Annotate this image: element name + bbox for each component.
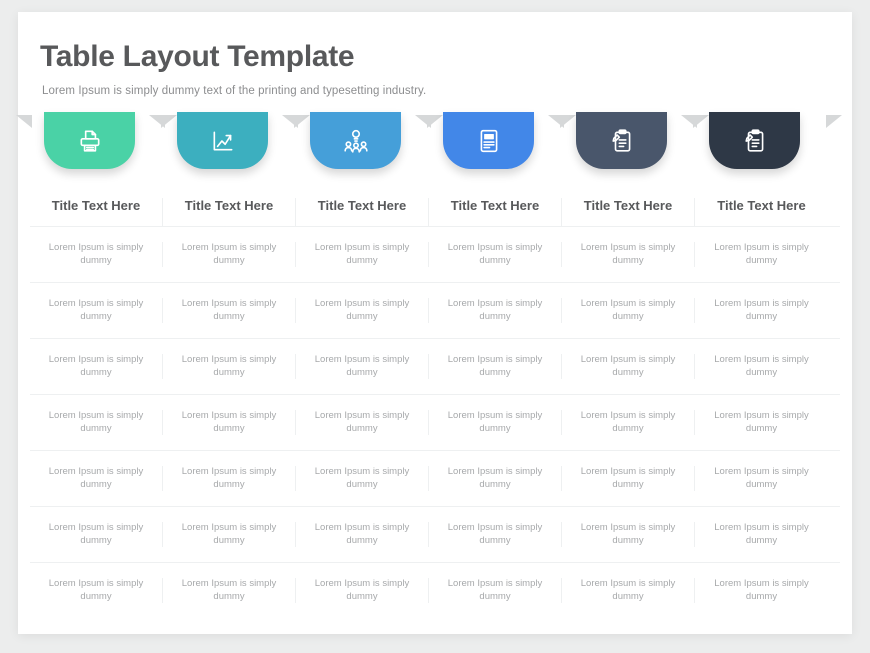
printer-document-icon (77, 128, 103, 154)
icon-badge-row (16, 112, 842, 172)
table-cell: Lorem Ipsum is simply dummy (562, 521, 695, 548)
growth-chart-icon (210, 128, 236, 154)
table-cell: Lorem Ipsum is simply dummy (163, 353, 296, 380)
table-row: Lorem Ipsum is simply dummy Lorem Ipsum i… (30, 506, 840, 562)
ribbon-wing-left (415, 115, 431, 141)
table-cell: Lorem Ipsum is simply dummy (429, 577, 562, 604)
icon-badge-slot (681, 112, 842, 172)
table-row: Lorem Ipsum is simply dummy Lorem Ipsum i… (30, 450, 840, 506)
table-cell: Lorem Ipsum is simply dummy (296, 409, 429, 436)
table-cell: Lorem Ipsum is simply dummy (30, 297, 163, 324)
table-cell: Lorem Ipsum is simply dummy (714, 465, 809, 490)
table-row: Lorem Ipsum is simply dummy Lorem Ipsum i… (30, 394, 840, 450)
table-cell: Lorem Ipsum is simply dummy (714, 521, 809, 546)
table-cell: Lorem Ipsum is simply dummy (714, 353, 809, 378)
layout-table: Title Text Here Title Text Here Title Text… (30, 164, 840, 618)
table-cell: Lorem Ipsum is simply dummy (296, 577, 429, 604)
table-cell: Lorem Ipsum is simply dummy (562, 577, 695, 604)
icon-badge[interactable] (44, 112, 135, 169)
table-cell: Lorem Ipsum is simply dummy (163, 241, 296, 268)
icon-badge-slot (548, 112, 709, 172)
icon-badge[interactable] (576, 112, 667, 169)
table-cell: Lorem Ipsum is simply dummy (714, 241, 809, 266)
table-cell: Lorem Ipsum is simply dummy (429, 521, 562, 548)
icon-badge-slot (415, 112, 576, 172)
table-cell: Lorem Ipsum is simply dummy (296, 465, 429, 492)
icon-badge[interactable] (443, 112, 534, 169)
table-cell: Lorem Ipsum is simply dummy (562, 409, 695, 436)
table-cell: Lorem Ipsum is simply dummy (163, 521, 296, 548)
column-title: Title Text Here (717, 198, 806, 213)
table-cell: Lorem Ipsum is simply dummy (429, 409, 562, 436)
table-cell: Lorem Ipsum is simply dummy (296, 241, 429, 268)
table-cell: Lorem Ipsum is simply dummy (429, 241, 562, 268)
icon-badge[interactable] (177, 112, 268, 169)
ribbon-wing-left (16, 115, 32, 141)
table-cell: Lorem Ipsum is simply dummy (562, 465, 695, 492)
ribbon-wing-right (826, 115, 842, 141)
icon-badge-slot (149, 112, 310, 172)
table-cell: Lorem Ipsum is simply dummy (562, 241, 695, 268)
column-title: Title Text Here (429, 198, 562, 226)
table-cell: Lorem Ipsum is simply dummy (163, 577, 296, 604)
ribbon-wing-left (149, 115, 165, 141)
ribbon-wing-left (681, 115, 697, 141)
icon-badge-slot (16, 112, 177, 172)
table-cell: Lorem Ipsum is simply dummy (30, 577, 163, 604)
table-cell: Lorem Ipsum is simply dummy (163, 465, 296, 492)
page-title: Table Layout Template (40, 40, 355, 73)
table-cell: Lorem Ipsum is simply dummy (562, 297, 695, 324)
ribbon-wing-left (548, 115, 564, 141)
table-cell: Lorem Ipsum is simply dummy (30, 521, 163, 548)
table-cell: Lorem Ipsum is simply dummy (30, 241, 163, 268)
table-cell: Lorem Ipsum is simply dummy (30, 465, 163, 492)
slide-card: Table Layout Template Lorem Ipsum is sim… (16, 12, 852, 634)
clipboard-pen-icon (742, 128, 768, 154)
column-title: Title Text Here (562, 198, 695, 226)
table-cell: Lorem Ipsum is simply dummy (714, 577, 809, 602)
report-document-icon (476, 128, 502, 154)
table-cell: Lorem Ipsum is simply dummy (30, 353, 163, 380)
table-cell: Lorem Ipsum is simply dummy (30, 409, 163, 436)
page-subtitle: Lorem Ipsum is simply dummy text of the … (42, 85, 427, 97)
table-row: Lorem Ipsum is simply dummy Lorem Ipsum i… (30, 282, 840, 338)
table-cell: Lorem Ipsum is simply dummy (296, 353, 429, 380)
clipboard-pen-icon (609, 128, 635, 154)
table-row: Lorem Ipsum is simply dummy Lorem Ipsum i… (30, 226, 840, 282)
icon-badge-slot (282, 112, 443, 172)
ribbon-wing-left (282, 115, 298, 141)
column-title: Title Text Here (30, 198, 163, 226)
table-cell: Lorem Ipsum is simply dummy (296, 297, 429, 324)
table-row: Lorem Ipsum is simply dummy Lorem Ipsum i… (30, 562, 840, 618)
table-cell: Lorem Ipsum is simply dummy (714, 409, 809, 434)
table-cell: Lorem Ipsum is simply dummy (714, 297, 809, 322)
table-cell: Lorem Ipsum is simply dummy (163, 409, 296, 436)
table-row: Lorem Ipsum is simply dummy Lorem Ipsum i… (30, 338, 840, 394)
icon-badge[interactable] (310, 112, 401, 169)
table-cell: Lorem Ipsum is simply dummy (562, 353, 695, 380)
table-cell: Lorem Ipsum is simply dummy (163, 297, 296, 324)
icon-badge[interactable] (709, 112, 800, 169)
table-cell: Lorem Ipsum is simply dummy (296, 521, 429, 548)
team-idea-icon (343, 128, 369, 154)
table-header-row: Title Text Here Title Text Here Title Text… (30, 164, 840, 226)
table-cell: Lorem Ipsum is simply dummy (429, 353, 562, 380)
column-title: Title Text Here (296, 198, 429, 226)
table-cell: Lorem Ipsum is simply dummy (429, 297, 562, 324)
column-title: Title Text Here (163, 198, 296, 226)
table-cell: Lorem Ipsum is simply dummy (429, 465, 562, 492)
